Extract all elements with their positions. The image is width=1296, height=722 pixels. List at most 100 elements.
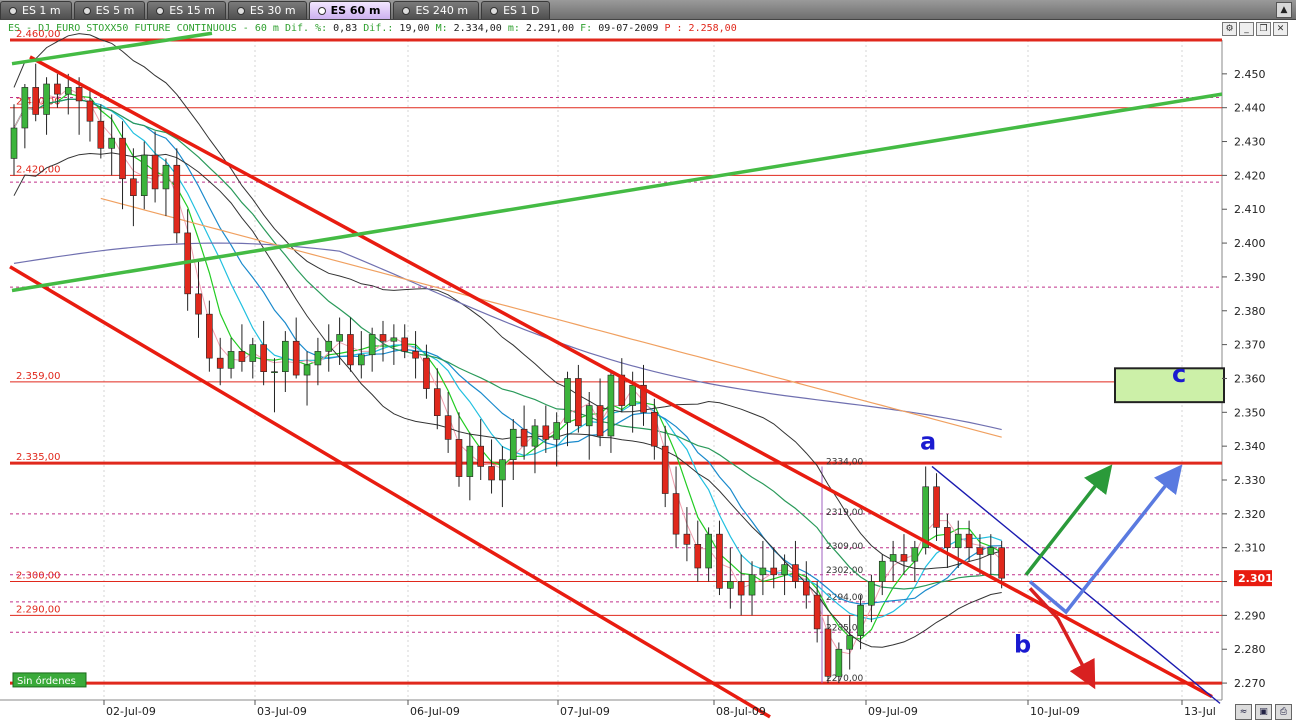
candle-down [488,466,495,481]
candle-up [531,425,539,447]
candle-down [75,87,83,102]
candle-down [119,137,126,180]
y-tick-label: 2.360 [1234,372,1266,385]
candle-up [911,547,919,562]
y-tick-label: 2.280 [1234,643,1266,656]
candle-up [466,445,474,477]
candle-down [151,154,159,190]
candle-up [358,354,365,366]
candle-down [813,594,821,630]
candle-up [249,344,257,362]
footer-icons: ≈ ▣ ⎙ [1235,704,1292,720]
candle-up [585,405,593,427]
fib-label: 2270,00 [826,674,863,684]
candle-down [173,164,181,234]
save-icon[interactable]: ▣ [1255,704,1272,720]
candle-up [43,83,50,115]
chart-type-icon[interactable]: ≈ [1235,704,1252,720]
candle-down [716,533,723,589]
candle-up [954,533,962,548]
candle-down [683,533,691,545]
level-label: 2.359,00 [16,371,61,382]
y-tick-label: 2.330 [1234,474,1266,487]
level-label: 2.290,00 [16,604,61,615]
candle-up [987,547,995,555]
annotation-label-b: b [1014,631,1031,659]
candle-down [477,445,484,467]
candle-up [727,581,734,589]
x-tick-label: 09-Jul-09 [868,705,918,718]
candle-up [314,351,322,366]
candle-down [998,547,1005,579]
candle-down [216,357,224,369]
candle-down [195,293,202,315]
candle-down [661,445,669,494]
candle-down [412,351,419,359]
candle-down [976,547,984,555]
candle-up [108,137,115,149]
candle-up [705,533,712,569]
current-price-label: 2.301 [1238,572,1273,585]
candle-up [857,604,864,636]
candle-down [206,313,213,359]
x-tick-label: 02-Jul-09 [106,705,156,718]
y-tick-label: 2.440 [1234,102,1266,115]
candle-down [900,554,908,562]
candle-down [802,581,810,596]
candle-down [596,405,604,437]
y-tick-label: 2.390 [1234,271,1266,284]
channel-upper-line [29,55,1213,699]
candle-up [759,567,767,576]
ma-100-line [13,242,1002,431]
annotation-label-c: c [1172,360,1186,388]
y-tick-label: 2.410 [1234,203,1266,216]
candle-down [86,100,94,122]
x-tick-label: 06-Jul-09 [410,705,460,718]
candle-up [21,87,29,129]
order-status-label: Sin órdenes [17,675,76,687]
print-icon[interactable]: ⎙ [1275,704,1292,720]
y-tick-label: 2.400 [1234,237,1266,250]
y-tick-label: 2.290 [1234,609,1266,622]
candle-up [553,422,560,440]
candle-up [227,351,235,369]
candle-down [292,340,300,376]
candle-down [423,357,430,389]
annotation-label-a: a [920,428,936,456]
candle-down [933,486,940,528]
candle-down [792,564,799,582]
bollinger-upper-line [13,33,1002,570]
candle-down [260,344,267,372]
y-tick-label: 2.450 [1234,68,1266,81]
candle-down [401,337,409,352]
level-label: 2.460,00 [16,29,61,40]
price-chart[interactable]: 2.460,002.440,002.420,002.359,002.335,00… [0,0,1296,722]
candle-down [97,120,105,149]
y-tick-label: 2.420 [1234,169,1266,182]
candle-up [629,384,636,406]
candle-down [433,388,441,416]
candle-down [130,178,137,196]
candle-up [10,127,18,159]
x-tick-label: 03-Jul-09 [257,705,307,718]
y-tick-label: 2.310 [1234,542,1266,555]
x-tick-label: 08-Jul-09 [716,705,766,718]
candle-down [770,567,778,576]
channel-lower-line [9,265,771,719]
candle-up [846,635,854,650]
candle-up [303,364,311,376]
candle-down [737,581,745,596]
candle-up [564,378,571,423]
candle-up [878,560,886,582]
candle-down [824,628,832,677]
candle-up [282,340,289,372]
candle-up [748,574,756,596]
candle-down [347,334,354,366]
candle-up [781,564,788,576]
level-label: 2.300,00 [16,571,61,582]
x-tick-label: 13-Jul [1184,705,1216,718]
candle-up [607,374,615,437]
candle-down [542,425,550,440]
candle-up [835,648,843,677]
horizontal-levels-layer: 2.460,002.440,002.420,002.359,002.335,00… [10,29,1222,685]
